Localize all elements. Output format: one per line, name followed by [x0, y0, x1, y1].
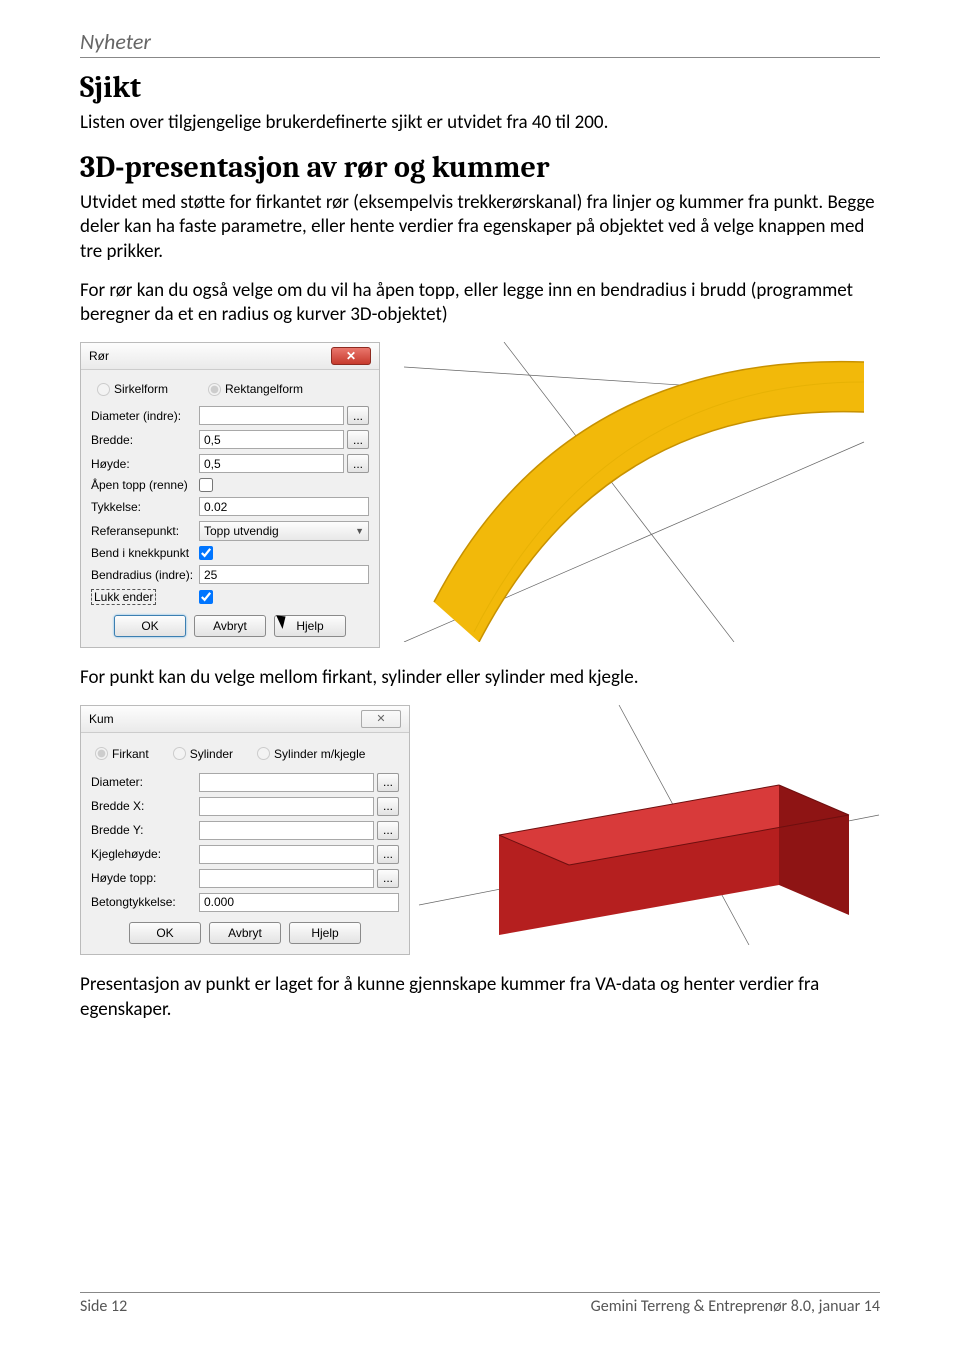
- label-bredde: Bredde:: [91, 433, 199, 447]
- select-referansepunkt[interactable]: Topp utvendig ▼: [199, 521, 369, 541]
- radio-sylinder-kjegle[interactable]: Sylinder m/kjegle: [257, 747, 365, 761]
- label-lukk-ender: Lukk ender: [91, 589, 156, 605]
- radio-sylinder[interactable]: Sylinder: [173, 747, 233, 761]
- label-referansepunkt: Referansepunkt:: [91, 524, 199, 538]
- page-header: Nyheter: [80, 28, 880, 58]
- radio-sylinder-kjegle-label: Sylinder m/kjegle: [274, 747, 365, 761]
- close-icon[interactable]: ✕: [361, 710, 401, 728]
- section-3d-para1: Utvidet med støtte for firkantet rør (ek…: [80, 191, 880, 265]
- section-3d-para3: For punkt kan du velge mellom firkant, s…: [80, 666, 880, 691]
- input-hoydetopp[interactable]: [199, 869, 374, 888]
- dots-button[interactable]: ...: [377, 845, 399, 864]
- section-3d-para2: For rør kan du også velge om du vil ha å…: [80, 279, 880, 328]
- input-bendradius[interactable]: 25: [199, 565, 369, 584]
- section-3d-title: 3D-presentasjon av rør og kummer: [80, 150, 880, 185]
- checkbox-apen-topp[interactable]: [199, 478, 213, 492]
- footer-page: Side 12: [80, 1297, 127, 1316]
- radio-rektangelform[interactable]: Rektangelform: [208, 382, 303, 396]
- label-breddey: Bredde Y:: [91, 823, 199, 837]
- label-tykkelse: Tykkelse:: [91, 500, 199, 514]
- page-footer: Side 12 Gemini Terreng & Entreprenør 8.0…: [80, 1292, 880, 1316]
- chevron-down-icon: ▼: [355, 526, 364, 536]
- input-tykkelse[interactable]: 0.02: [199, 497, 369, 516]
- radio-sylinder-label: Sylinder: [190, 747, 233, 761]
- dots-button[interactable]: ...: [347, 430, 369, 449]
- label-breddex: Bredde X:: [91, 799, 199, 813]
- hjelp-button[interactable]: Hjelp: [289, 922, 361, 944]
- input-bredde[interactable]: 0,5: [199, 430, 344, 449]
- input-hoyde[interactable]: 0,5: [199, 454, 344, 473]
- avbryt-button[interactable]: Avbryt: [209, 922, 281, 944]
- radio-firkant[interactable]: Firkant: [95, 747, 149, 761]
- ok-button[interactable]: OK: [114, 615, 186, 637]
- checkbox-bend[interactable]: [199, 546, 213, 560]
- input-kum-diameter[interactable]: [199, 773, 374, 792]
- input-breddex[interactable]: [199, 797, 374, 816]
- input-breddey[interactable]: [199, 821, 374, 840]
- close-icon[interactable]: ✕: [331, 347, 371, 365]
- input-diameter[interactable]: [199, 406, 344, 425]
- input-betong[interactable]: 0.000: [199, 893, 399, 912]
- dots-button[interactable]: ...: [377, 773, 399, 792]
- label-hoyde: Høyde:: [91, 457, 199, 471]
- label-hoydetopp: Høyde topp:: [91, 871, 199, 885]
- ror-dialog-title: Rør: [89, 349, 109, 363]
- kum-dialog-title: Kum: [89, 712, 114, 726]
- footer-product: Gemini Terreng & Entreprenør 8.0, januar…: [591, 1297, 880, 1316]
- dots-button[interactable]: ...: [377, 797, 399, 816]
- radio-rektangelform-label: Rektangelform: [225, 382, 303, 396]
- section-sjikt-text: Listen over tilgjengelige brukerdefinert…: [80, 111, 880, 136]
- radio-sirkelform-label: Sirkelform: [114, 382, 168, 396]
- select-referansepunkt-value: Topp utvendig: [204, 524, 279, 538]
- dots-button[interactable]: ...: [347, 454, 369, 473]
- kum-3d-render: [418, 705, 880, 945]
- radio-firkant-label: Firkant: [112, 747, 149, 761]
- input-kjegle[interactable]: [199, 845, 374, 864]
- label-bendradius: Bendradius (indre):: [91, 568, 199, 582]
- section-3d-para4: Presentasjon av punkt er laget for å kun…: [80, 973, 880, 1022]
- section-sjikt-title: Sjikt: [80, 70, 880, 105]
- label-bend: Bend i knekkpunkt: [91, 546, 199, 560]
- label-kjegle: Kjeglehøyde:: [91, 847, 199, 861]
- label-betong: Betongtykkelse:: [91, 895, 199, 909]
- dots-button[interactable]: ...: [377, 821, 399, 840]
- ror-3d-render: [388, 342, 880, 642]
- figure-ror: Rør ✕ Sirkelform Rektangelform Diameter …: [80, 342, 880, 648]
- checkbox-lukk-ender[interactable]: [199, 590, 213, 604]
- hjelp-button[interactable]: Hjelp: [274, 615, 346, 637]
- label-diameter: Diameter (indre):: [91, 409, 199, 423]
- ok-button[interactable]: OK: [129, 922, 201, 944]
- avbryt-button[interactable]: Avbryt: [194, 615, 266, 637]
- kum-dialog: Kum ✕ Firkant Sylinder Sylinder m/kjegle…: [80, 705, 410, 955]
- label-apen-topp: Åpen topp (renne): [91, 478, 199, 492]
- radio-sirkelform[interactable]: Sirkelform: [97, 382, 168, 396]
- ror-dialog: Rør ✕ Sirkelform Rektangelform Diameter …: [80, 342, 380, 648]
- label-kum-diameter: Diameter:: [91, 775, 199, 789]
- dots-button[interactable]: ...: [377, 869, 399, 888]
- dots-button[interactable]: ...: [347, 406, 369, 425]
- figure-kum: Kum ✕ Firkant Sylinder Sylinder m/kjegle…: [80, 705, 880, 955]
